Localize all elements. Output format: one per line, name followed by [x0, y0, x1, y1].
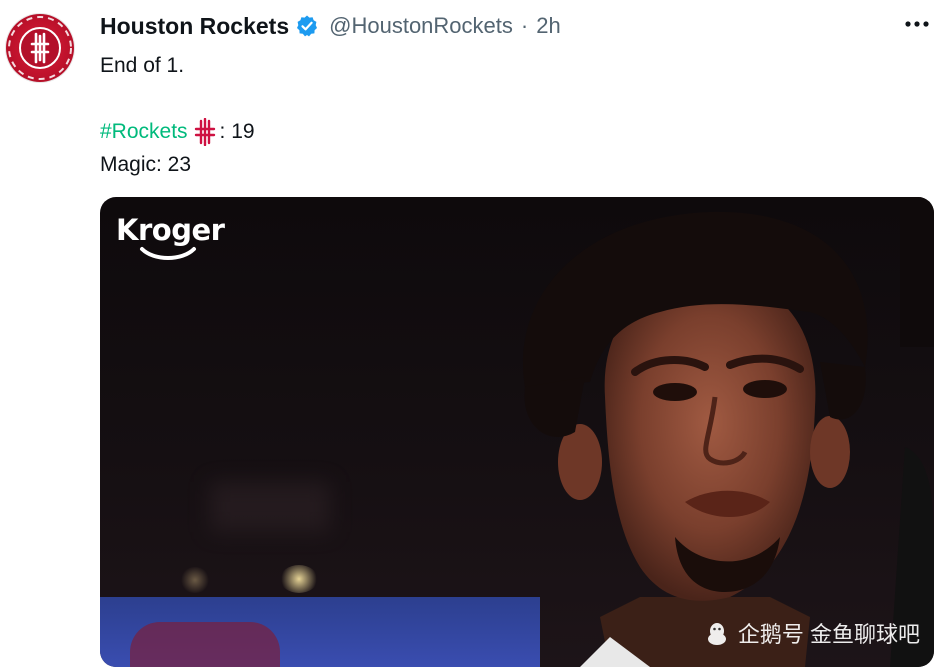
separator-dot: ·	[520, 13, 529, 38]
avatar[interactable]	[6, 14, 74, 82]
watermark: 企鹅号 金鱼聊球吧	[704, 617, 920, 649]
rockets-score: : 19	[219, 120, 255, 143]
verified-badge-icon	[295, 14, 319, 38]
tweet-text: End of 1. #Rockets : 19 Magic: 23	[100, 49, 255, 181]
rockets-logo-icon	[8, 16, 72, 80]
tweet-media-image[interactable]: Kroger 企鹅号 金鱼聊球吧	[100, 197, 934, 667]
watermark-text: 企鹅号 金鱼聊球吧	[737, 622, 920, 647]
hashtag-link[interactable]: #Rockets	[100, 115, 188, 148]
arena-light-dim	[180, 567, 210, 593]
timestamp[interactable]: 2h	[536, 13, 560, 39]
penguin-icon	[707, 623, 726, 645]
user-handle[interactable]: @HoustonRockets	[329, 13, 513, 39]
display-name[interactable]: Houston Rockets	[100, 13, 289, 40]
kroger-smile-icon	[140, 247, 196, 260]
tweet-line-2: #Rockets : 19	[100, 115, 255, 148]
tweet-header: Houston Rockets @HoustonRockets · 2h	[100, 11, 561, 41]
court-banner-accent	[130, 622, 280, 667]
rockets-emoji-icon	[192, 117, 218, 146]
sponsor-logo: Kroger	[116, 213, 225, 247]
arena-light	[280, 565, 318, 593]
tweet-line-3: Magic: 23	[100, 153, 192, 176]
tweet-line-1: End of 1.	[100, 54, 185, 77]
background-blur	[210, 482, 330, 532]
more-options-icon[interactable]	[904, 14, 930, 34]
player-portrait	[522, 197, 934, 667]
